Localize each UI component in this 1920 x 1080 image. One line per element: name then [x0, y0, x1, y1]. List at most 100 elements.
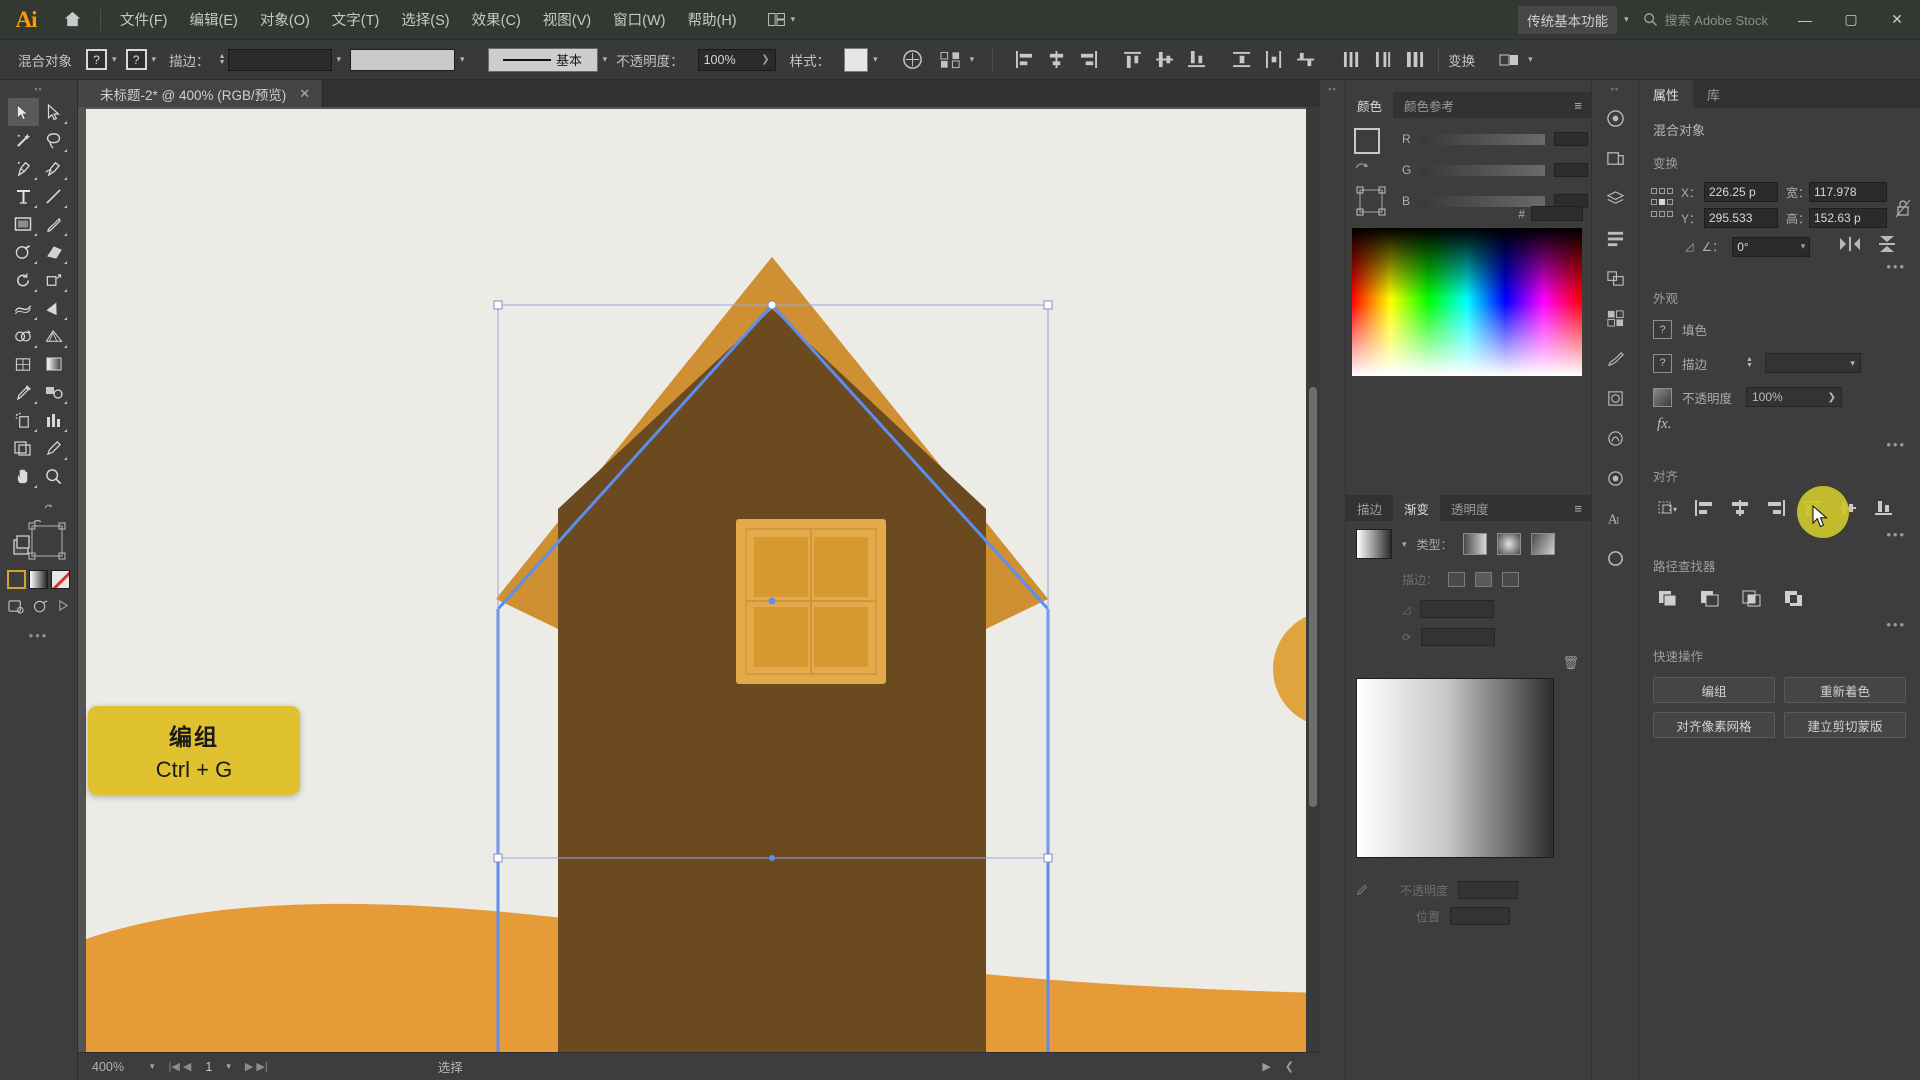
tab-transparency[interactable]: 透明度	[1440, 495, 1500, 521]
tool-lasso[interactable]	[39, 126, 70, 154]
canvas-vertical-scrollbar[interactable]	[1306, 107, 1320, 1057]
gradient-slider-preview[interactable]	[1356, 678, 1554, 858]
width-input[interactable]: 117.978	[1809, 182, 1887, 202]
panel-reference-grid-icon[interactable]	[1354, 184, 1398, 223]
stroke-gradient-along-icon[interactable]	[1475, 572, 1493, 587]
quick-action-recolor[interactable]: 重新着色	[1784, 677, 1906, 703]
stroke-width-stepper[interactable]: ▲ ▼	[1746, 356, 1753, 369]
distribute-center-icon[interactable]	[1260, 47, 1288, 73]
appearance-fill-swatch[interactable]: ?	[1653, 320, 1672, 339]
tool-pen[interactable]	[8, 154, 39, 182]
hex-input[interactable]	[1531, 206, 1583, 221]
align-left-edges-icon[interactable]	[1689, 495, 1719, 521]
tab-gradient[interactable]: 渐变	[1393, 495, 1441, 521]
tool-shape-builder[interactable]	[8, 322, 39, 350]
tool-type[interactable]	[8, 182, 39, 210]
status-back-icon[interactable]: ❮	[1285, 1060, 1294, 1073]
select-similar-chevron-icon[interactable]: ▾	[970, 54, 975, 65]
transform-more-icon[interactable]: •••	[1639, 257, 1920, 276]
quick-action-group[interactable]: 编组	[1653, 677, 1775, 703]
tool-column-graph[interactable]	[39, 406, 70, 434]
distribute-bottom-icon[interactable]	[1292, 47, 1320, 73]
tab-color-guide[interactable]: 颜色参考	[1393, 92, 1465, 118]
tab-stroke[interactable]: 描边	[1346, 495, 1393, 521]
toolbar-more-icon[interactable]: •••	[0, 628, 77, 643]
tool-zoom[interactable]	[39, 462, 70, 490]
flip-vertical-icon[interactable]	[1878, 236, 1896, 257]
distribute-top-icon[interactable]	[1228, 47, 1256, 73]
align-top-icon[interactable]	[1119, 47, 1147, 73]
tool-rectangle[interactable]	[8, 210, 39, 238]
pathfinder-minus-front-icon[interactable]	[1695, 585, 1725, 611]
stroke-gradient-within-icon[interactable]	[1448, 572, 1466, 587]
tool-symbol-sprayer[interactable]	[8, 406, 39, 434]
character-icon[interactable]: Al	[1592, 498, 1638, 538]
toolbar-drag-handle[interactable]: ▪▪	[0, 80, 77, 98]
maximize-icon[interactable]: ▢	[1828, 0, 1874, 40]
dock-drag-handle[interactable]: ▪▪	[1320, 80, 1345, 98]
artboard-nav-next[interactable]: ▶ ▶|	[245, 1060, 268, 1073]
color-panel-menu-icon[interactable]: ≡	[1574, 98, 1591, 113]
channel-slider-b[interactable]	[1422, 195, 1545, 207]
swatches-icon[interactable]	[1592, 298, 1638, 338]
gradient-swatch-button[interactable]	[29, 570, 48, 589]
menu-object[interactable]: 对象(O)	[249, 4, 321, 35]
y-input[interactable]: 295.533	[1704, 208, 1778, 228]
tool-line-segment[interactable]	[39, 182, 70, 210]
align-center-horizontal-icon[interactable]	[1042, 47, 1070, 73]
stroke-chevron-icon[interactable]: ▾	[152, 54, 157, 65]
edit-toolbar-icon[interactable]	[0, 500, 77, 512]
menu-view[interactable]: 视图(V)	[532, 4, 602, 35]
menu-window[interactable]: 窗口(W)	[602, 4, 676, 35]
isolate-group-icon[interactable]	[1495, 47, 1523, 73]
gradient-delete-icon[interactable]: 🗑	[1562, 655, 1579, 671]
stroke-profile-field[interactable]	[350, 48, 456, 71]
stroke-weight-chevron-icon[interactable]: ▾	[337, 54, 342, 65]
fx-button[interactable]: fx.	[1639, 414, 1920, 435]
color-swatch-button[interactable]	[7, 570, 26, 589]
pathfinder-exclude-icon[interactable]	[1779, 585, 1809, 611]
align-to-selection-icon[interactable]: ▾	[1653, 495, 1683, 521]
pathfinder-intersect-icon[interactable]	[1737, 585, 1767, 611]
tool-gradient[interactable]	[39, 350, 70, 378]
tab-libraries[interactable]: 库	[1693, 80, 1734, 108]
channel-slider-g[interactable]	[1422, 164, 1545, 176]
vertical-scroll-thumb[interactable]	[1309, 387, 1317, 807]
appearance-opacity-icon[interactable]	[1653, 387, 1672, 407]
dock-rail-drag-handle[interactable]: ▪▪	[1592, 80, 1638, 98]
transform-label[interactable]: 变换	[1448, 50, 1475, 70]
gradient-opacity-input[interactable]	[1458, 881, 1519, 899]
gradient-freeform-button[interactable]	[1530, 533, 1555, 555]
stroke-color-button[interactable]: ?	[125, 49, 147, 70]
distribute-equal-icon[interactable]	[1401, 47, 1429, 73]
stroke-panel-icon[interactable]	[1592, 538, 1638, 578]
tool-mesh[interactable]	[8, 350, 39, 378]
align-middle-vertical-icon[interactable]	[1151, 47, 1179, 73]
align-right-edges-icon[interactable]	[1761, 495, 1791, 521]
fill-stroke-indicator[interactable]	[0, 516, 77, 562]
gradient-radial-button[interactable]	[1496, 533, 1521, 555]
status-play-icon[interactable]: ▶	[1262, 1060, 1270, 1073]
tab-properties[interactable]: 属性	[1639, 80, 1694, 108]
tool-free-transform[interactable]	[39, 294, 70, 322]
gradient-location-input[interactable]	[1450, 907, 1511, 925]
none-swatch-button[interactable]	[51, 570, 70, 589]
distribute-spacing-h-icon[interactable]	[1369, 47, 1397, 73]
menu-file[interactable]: 文件(F)	[109, 4, 179, 35]
artboard-chevron-icon[interactable]: ▾	[226, 1061, 231, 1072]
align-bottom-edges-icon[interactable]	[1869, 495, 1899, 521]
tool-eyedropper[interactable]	[8, 378, 39, 406]
tool-curvature[interactable]	[39, 154, 70, 182]
tool-shaper[interactable]	[8, 238, 39, 266]
tool-scale[interactable]	[39, 266, 70, 294]
tool-width[interactable]	[8, 294, 39, 322]
gradient-preview-thumb[interactable]	[1356, 529, 1392, 559]
appearance-stroke-width-input[interactable]: ▾	[1764, 353, 1861, 373]
workspace-selector[interactable]: 传统基本功能	[1518, 5, 1618, 34]
graphic-styles-icon[interactable]	[1592, 458, 1638, 498]
tool-slice[interactable]	[39, 434, 70, 462]
symbols-icon[interactable]	[1592, 378, 1638, 418]
document-close-icon[interactable]: ✕	[299, 86, 310, 102]
tool-selection[interactable]	[8, 98, 39, 126]
appearance-more-icon[interactable]: •••	[1639, 435, 1920, 454]
